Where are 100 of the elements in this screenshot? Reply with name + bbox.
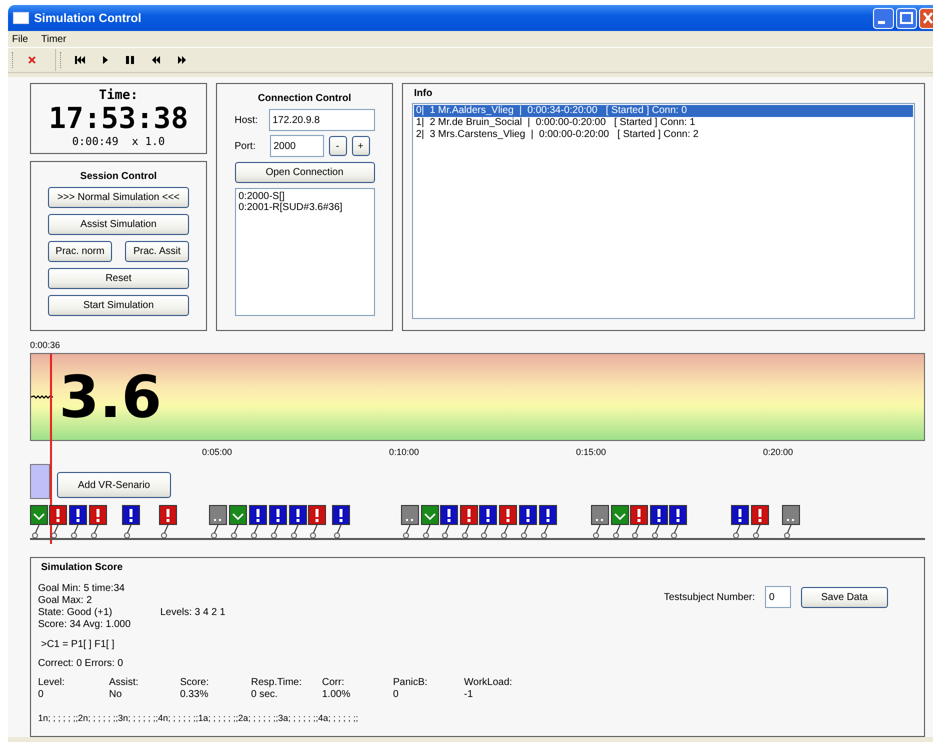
port-field[interactable]: 2000 (270, 135, 324, 157)
list-item[interactable]: 0| 1 Mr.Aalders_Vlieg | 0:00:34-0:20:00 [ Started ] Conn: 0 (414, 105, 913, 117)
check-marker-icon[interactable] (611, 505, 629, 525)
score-text: Goal Min: 5 time:34 (38, 583, 126, 595)
event-node-icon (271, 525, 281, 539)
axis-label: 0:15:00 (576, 447, 606, 457)
axis-label: 0:20:00 (762, 447, 794, 457)
session-button[interactable]: Prac. Assit (125, 241, 189, 262)
event-node-icon (521, 525, 531, 539)
host-label: Host: (234, 114, 259, 126)
event-node-icon (442, 525, 452, 539)
alert-marker-icon[interactable] (751, 505, 769, 525)
minimize-button[interactable] (873, 8, 894, 28)
time-label: Time: (98, 88, 138, 103)
check-marker-icon[interactable] (421, 505, 439, 525)
dots-marker-icon[interactable] (401, 505, 419, 525)
alert-marker-icon[interactable] (49, 505, 67, 525)
alert-marker-icon[interactable] (650, 505, 668, 525)
session-button[interactable]: Prac. norm (48, 241, 112, 262)
event-node-icon (71, 525, 81, 539)
column-header: Corr: (322, 677, 346, 689)
log-line: 0:2001-R[SUD#3.6#36] (238, 202, 344, 213)
level-value: 3.6 (59, 364, 162, 430)
event-node-icon (211, 525, 221, 539)
alert-marker-icon[interactable] (308, 505, 326, 525)
event-node-icon (481, 525, 491, 539)
score-text: Goal Max: 2 (38, 595, 93, 607)
column-value: No (109, 689, 123, 701)
column-value: 0 (38, 689, 45, 701)
alert-marker-icon[interactable] (159, 505, 177, 525)
host-field[interactable]: 172.20.9.8 (268, 109, 374, 131)
alert-marker-icon[interactable] (289, 505, 307, 525)
panel-title: Simulation Score (41, 562, 123, 573)
column-header: PanicB: (393, 677, 428, 689)
close-button[interactable] (919, 8, 933, 28)
event-node-icon (334, 525, 344, 539)
subject-field[interactable]: 0 (765, 586, 791, 608)
alert-marker-icon[interactable] (332, 505, 350, 525)
skip-back-icon[interactable] (75, 56, 85, 64)
stop-icon[interactable] (27, 55, 37, 65)
menu-item[interactable]: Timer (41, 34, 66, 44)
column-value: 1.00% (322, 689, 352, 701)
rewind-icon[interactable] (152, 56, 160, 64)
pause-icon[interactable] (126, 56, 134, 64)
dots-marker-icon[interactable] (209, 505, 227, 525)
maximize-button[interactable] (896, 8, 917, 28)
check-marker-icon[interactable] (30, 505, 48, 525)
window-title: Simulation Control (34, 11, 142, 25)
decrement-button[interactable]: - (328, 136, 346, 156)
formula-text: >C1 = P1[ ] F1[ ] (41, 639, 116, 650)
menu-item[interactable]: File (12, 34, 28, 44)
event-node-icon (51, 525, 61, 539)
play-icon[interactable] (103, 56, 108, 64)
alert-marker-icon[interactable] (731, 505, 749, 525)
event-node-icon (462, 525, 472, 539)
clock-time: 17:53:38 (48, 103, 188, 133)
alert-marker-icon[interactable] (249, 505, 267, 525)
column-header: WorkLoad: (464, 677, 514, 689)
alert-marker-icon[interactable] (460, 505, 478, 525)
add-scenario-button[interactable]: Add VR-Senario (57, 472, 171, 498)
open-connection-button[interactable]: Open Connection (234, 162, 374, 183)
alert-marker-icon[interactable] (69, 505, 87, 525)
event-node-icon (291, 525, 301, 539)
check-marker-icon[interactable] (229, 505, 247, 525)
sequence-text: 1n; ; ; ; ; ;;2n; ; ; ; ; ;;3n; ; ; ; ; ;;4n; ; ; ; ; ;;1a; ; ; ; ; ;;2a; ; ; ; ; ;;3a; ; ; ; ; ;;4a; ; ; ; ; ;; (38, 713, 360, 723)
column-value: 0 sec. (251, 689, 279, 701)
alert-marker-icon[interactable] (269, 505, 287, 525)
alert-marker-icon[interactable] (89, 505, 107, 525)
column-value: 0.33% (180, 689, 210, 701)
list-item[interactable]: 2| 3 Mrs.Carstens_Vlieg | 0:00:00-0:20:00 [ Started ] Conn: 2 (414, 129, 913, 141)
dots-marker-icon[interactable] (782, 505, 800, 525)
event-node-icon (423, 525, 433, 539)
event-node-icon (753, 525, 763, 539)
column-header: Score: (180, 677, 210, 689)
alert-marker-icon[interactable] (630, 505, 648, 525)
increment-button[interactable]: + (352, 136, 370, 156)
column-value: 0 (393, 689, 400, 701)
dots-marker-icon[interactable] (591, 505, 609, 525)
alert-marker-icon[interactable] (122, 505, 140, 525)
session-button[interactable]: >>> Normal Simulation <<< (48, 187, 189, 208)
alert-marker-icon[interactable] (499, 505, 517, 525)
session-button[interactable]: Start Simulation (48, 295, 189, 316)
alert-marker-icon[interactable] (519, 505, 537, 525)
alert-marker-icon[interactable] (440, 505, 458, 525)
event-node-icon (632, 525, 642, 539)
session-button[interactable]: Assist Simulation (48, 214, 189, 235)
session-button[interactable]: Reset (48, 268, 189, 289)
cursor-time: 0:00:36 (30, 340, 62, 352)
fast-forward-icon[interactable] (178, 56, 186, 64)
alert-marker-icon[interactable] (669, 505, 687, 525)
alert-marker-icon[interactable] (479, 505, 497, 525)
axis-label: 0:10:00 (388, 447, 420, 457)
event-node-icon (231, 525, 241, 539)
alert-marker-icon[interactable] (539, 505, 557, 525)
event-node-icon (541, 525, 551, 539)
save-button[interactable]: Save Data (801, 586, 888, 608)
event-node-icon (403, 525, 413, 539)
column-header: Resp.Time: (251, 677, 303, 689)
event-node-icon (32, 525, 42, 539)
list-item[interactable]: 1| 2 Mr.de Bruin_Social | 0:00:00-0:20:00 [ Started ] Conn: 1 (414, 117, 913, 129)
